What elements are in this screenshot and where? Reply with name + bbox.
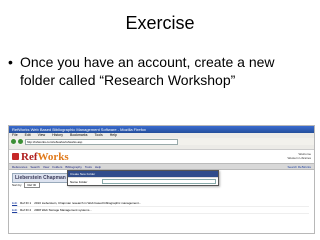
nav-search[interactable]: Search — [30, 165, 40, 169]
ref-text: 2010 Lieberstein, Chapman research in We… — [34, 201, 142, 205]
edit-link[interactable]: Edit — [12, 201, 17, 205]
main-nav: References Search View Folders Bibliogra… — [9, 163, 314, 170]
refworks-logo: Ref Works — [12, 151, 69, 163]
list-item: Edit Ref ID 1 2010 Lieberstein, Chapman … — [12, 200, 309, 207]
ref-id: Ref ID 2 — [20, 208, 32, 212]
library-text: Western Libraries — [287, 156, 311, 160]
ref-text: 2008 Web Storage Management systems... — [34, 208, 92, 212]
menu-view[interactable]: View — [38, 133, 46, 137]
slide-title: Exercise — [125, 13, 195, 33]
sort-control: Sort by Ref ID — [12, 182, 41, 188]
logo-icon — [12, 153, 19, 160]
back-icon[interactable] — [11, 139, 16, 144]
header-right: Welcome Western Libraries — [288, 152, 311, 160]
bullet-item: • Once you have an account, create a new… — [8, 53, 313, 89]
menu-file[interactable]: File — [12, 133, 18, 137]
window-title: RefWorks Web Based Bibliographic Managem… — [9, 126, 314, 133]
url-field[interactable]: http://refworks.com/refworks/refworks.as… — [25, 138, 178, 145]
folder-name-label: Name Folder — [70, 179, 88, 184]
nav-folders[interactable]: Folders — [52, 165, 62, 169]
menu-help[interactable]: Help — [110, 133, 117, 137]
nav-help[interactable]: Help — [95, 165, 101, 169]
logo-ref: Ref — [21, 150, 38, 163]
folder-name-input[interactable] — [102, 179, 216, 184]
menu-bookmarks[interactable]: Bookmarks — [70, 133, 88, 137]
sort-label: Sort by — [12, 183, 22, 187]
nav-tools[interactable]: Tools — [85, 165, 92, 169]
bullet-dot: • — [8, 54, 13, 70]
menu-tools[interactable]: Tools — [95, 133, 103, 137]
ref-id: Ref ID 1 — [20, 201, 32, 205]
nav-view[interactable]: View — [43, 165, 49, 169]
menu-edit[interactable]: Edit — [25, 133, 31, 137]
app-header: Ref Works Welcome Western Libraries — [9, 150, 314, 163]
bullet-text: Once you have an account, create a new f… — [20, 54, 275, 88]
edit-link[interactable]: Edit — [12, 208, 17, 212]
popup-name-row: Name Folder — [68, 177, 218, 185]
forward-icon[interactable] — [18, 139, 23, 144]
search-refworks-link[interactable]: Search RefWorks — [288, 165, 311, 169]
list-item: Edit Ref ID 2 2008 Web Storage Managemen… — [12, 207, 309, 214]
nav-bibliography[interactable]: Bibliography — [65, 165, 82, 169]
main-area: Lieberstein Chapman F... Sort by Ref ID … — [9, 170, 314, 225]
nav-references[interactable]: References — [12, 165, 27, 169]
sort-select[interactable]: Ref ID — [23, 182, 41, 188]
reference-list: Edit Ref ID 1 2010 Lieberstein, Chapman … — [12, 200, 309, 214]
create-folder-popup: Create New Folder Name Folder — [67, 170, 219, 186]
menu-history[interactable]: History — [52, 133, 63, 137]
browser-screenshot: RefWorks Web Based Bibliographic Managem… — [8, 125, 315, 234]
address-bar: http://refworks.com/refworks/refworks.as… — [9, 138, 314, 145]
logo-works: Works — [37, 150, 69, 163]
